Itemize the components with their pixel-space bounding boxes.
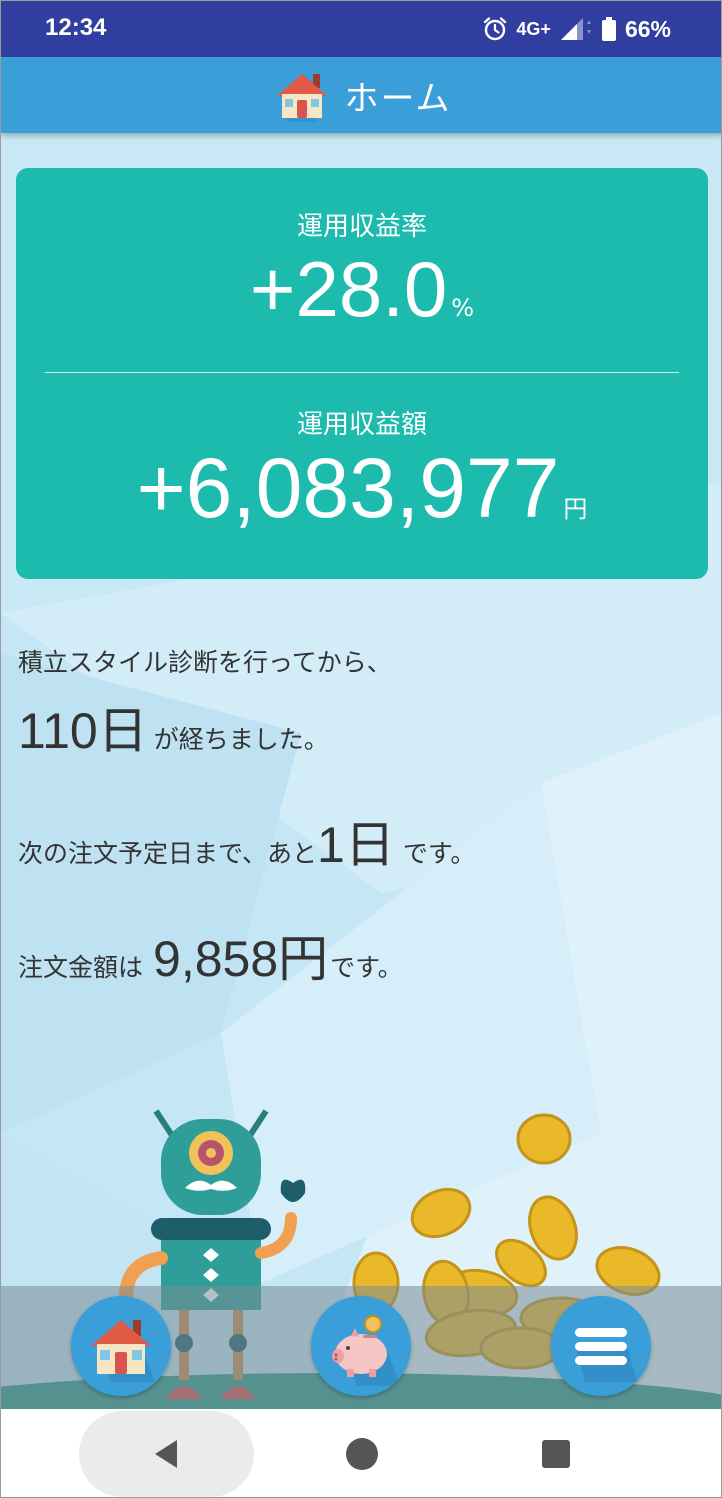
menu-icon: [575, 1328, 637, 1382]
return-amount-value: +6,083,977: [136, 441, 560, 535]
back-icon: [155, 1440, 177, 1468]
alarm-icon: [484, 17, 507, 41]
status-time: 12:34: [45, 14, 107, 41]
return-rate-row: +28.0%: [16, 244, 708, 335]
return-rate-unit: %: [451, 294, 475, 322]
next-order-suffix: です。: [402, 839, 476, 868]
diagnosis-intro-text: 積立スタイル診断を行ってから、: [18, 648, 392, 677]
order-amount-value: 9,858円: [153, 931, 329, 987]
return-amount-label: 運用収益額: [296, 410, 427, 440]
app-frame: 12:34 4G+ 66% ホーム 運用収益率 +28.0 % 運用収益額 +6…: [0, 0, 722, 1498]
next-order-row: 次の注文予定日まで、あと1日 です。: [18, 805, 475, 877]
piggy-bank-icon: [332, 1315, 401, 1386]
return-amount-unit: 円: [563, 495, 588, 523]
savings-nav-button[interactable]: [311, 1296, 411, 1396]
days-elapsed-row: 110日 が経ちました。: [18, 691, 329, 763]
recents-icon[interactable]: [536, 1434, 576, 1474]
order-amount-suffix: です。: [330, 953, 403, 982]
back-button[interactable]: [79, 1411, 254, 1497]
page-title: ホーム: [344, 78, 452, 119]
bottom-nav: [1, 1286, 721, 1409]
battery-icon: [601, 17, 616, 41]
days-elapsed-suffix: が経ちました。: [153, 725, 329, 754]
summary-card: 運用収益率 +28.0% 運用収益額 +6,083,977 円: [16, 168, 708, 579]
menu-nav-button[interactable]: [551, 1296, 651, 1396]
return-rate-label: 運用収益率: [296, 212, 427, 242]
order-amount-row: 注文金額は 9,858円です。: [18, 919, 403, 991]
network-type: 4G+: [516, 18, 551, 39]
status-icons: 4G+ 66%: [482, 13, 671, 45]
app-header: ホーム: [1, 57, 721, 133]
signal-icon: [560, 18, 591, 40]
return-rate-value: +28.0: [249, 245, 448, 333]
house-icon: [276, 74, 327, 122]
next-order-prefix: 次の注文予定日まで、あと: [18, 839, 318, 868]
next-order-days: 1日: [317, 817, 395, 873]
return-amount-row: +6,083,977 円: [16, 440, 708, 537]
status-bar: 12:34 4G+ 66%: [1, 1, 721, 57]
battery-level: 66%: [624, 15, 671, 42]
home-icon: [91, 1320, 155, 1382]
days-elapsed-value: 110日: [18, 703, 148, 759]
card-divider: [45, 372, 679, 373]
home-nav-button[interactable]: [71, 1296, 171, 1396]
home-circle-icon[interactable]: [342, 1434, 382, 1474]
system-nav-bar: [1, 1409, 721, 1497]
order-amount-prefix: 注文金額は: [18, 953, 144, 982]
